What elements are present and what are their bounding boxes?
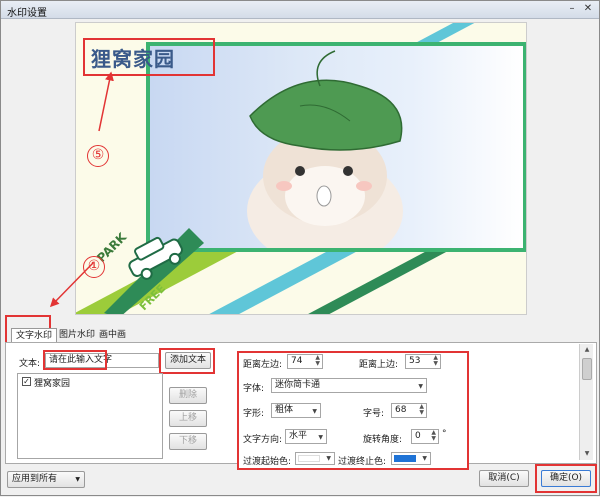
list-item-checkbox[interactable]: ✓ [22, 377, 31, 386]
tab-text-watermark[interactable]: 文字水印 [11, 328, 57, 342]
ok-button-highlight [535, 464, 597, 493]
dropdown-arrow-icon: ▼ [75, 476, 80, 483]
dropdown-arrow-icon: ▼ [318, 434, 323, 441]
top-distance-value: 53 [409, 356, 421, 366]
watermark-text[interactable]: 狸窝家园 [91, 43, 175, 72]
delete-button[interactable]: 删除 [169, 387, 207, 404]
hamster-photo [150, 46, 523, 248]
spinner-arrows-icon[interactable]: ▲ ▼ [419, 404, 424, 416]
hamster-illustration [247, 50, 403, 248]
style-value: 粗体 [275, 405, 294, 415]
top-distance-spinner[interactable]: 53 ▲ ▼ [405, 354, 441, 369]
spinner-arrows-icon[interactable]: ▲ ▼ [433, 355, 438, 367]
gradient-end-swatch [394, 455, 416, 462]
size-value: 68 [395, 405, 407, 415]
dropdown-arrow-icon: ▼ [312, 408, 317, 415]
size-label: 字号: [363, 409, 385, 419]
annotation-5-top: ⑤ [87, 145, 109, 167]
rotation-spinner[interactable]: 0 ▲ ▼ [411, 429, 439, 444]
apply-to-all-button[interactable]: 应用到所有 ▼ [7, 471, 85, 488]
style-label: 字形: [243, 409, 265, 419]
gradient-start-picker[interactable]: ▼ [295, 452, 335, 465]
scroll-up-icon[interactable]: ▲ [580, 344, 594, 356]
park-free-sign: PARK FREE [94, 228, 204, 314]
direction-label: 文字方向: [243, 435, 283, 445]
tab-picture-in-picture[interactable]: 画中画 [99, 328, 139, 342]
text-label: 文本: [19, 359, 41, 369]
text-list: ✓ 狸窝家园 [17, 373, 163, 459]
watermark-settings-window: 水印设置 – ✕ PARK FREE 狸窝家园 ⑤ ① 文字水印 图片水印 画中… [0, 0, 600, 496]
gradient-start-label: 过渡起始色: [243, 457, 292, 467]
rotation-label: 旋转角度: [363, 435, 403, 445]
list-item-label: 狸窝家园 [34, 379, 71, 389]
scroll-down-icon[interactable]: ▼ [580, 448, 594, 460]
font-value: 迷你简卡通 [275, 380, 321, 390]
add-button-highlight [159, 348, 215, 374]
properties-scrollbar[interactable]: ▲ ▼ [579, 344, 593, 460]
gradient-end-picker[interactable]: ▼ [391, 452, 431, 465]
rotation-value: 0 [415, 431, 421, 441]
tab-image-watermark[interactable]: 图片水印 [57, 328, 97, 342]
cancel-button[interactable]: 取消(C) [479, 470, 529, 487]
dropdown-arrow-icon: ▼ [422, 455, 427, 462]
minimize-button[interactable]: – [565, 3, 579, 16]
font-label: 字体: [243, 384, 265, 394]
title-bar: 水印设置 – ✕ [1, 1, 599, 19]
dropdown-arrow-icon: ▼ [418, 383, 423, 390]
rotation-unit: ° [442, 429, 447, 439]
style-select[interactable]: 粗体 ▼ [271, 403, 321, 418]
font-select[interactable]: 迷你简卡通 ▼ [271, 378, 427, 393]
gradient-start-swatch [298, 455, 320, 462]
scroll-thumb[interactable] [582, 358, 592, 380]
text-input-highlight [43, 350, 107, 370]
left-distance-spinner[interactable]: 74 ▲ ▼ [287, 354, 323, 369]
move-down-button[interactable]: 下移 [169, 433, 207, 450]
annotation-1: ① [83, 256, 105, 278]
gradient-end-label: 过渡终止色: [338, 457, 387, 467]
window-title: 水印设置 [7, 8, 47, 19]
left-distance-label: 距离左边: [243, 360, 283, 370]
spinner-arrows-icon[interactable]: ▲ ▼ [315, 355, 320, 367]
dropdown-arrow-icon: ▼ [326, 455, 331, 462]
move-up-button[interactable]: 上移 [169, 410, 207, 427]
left-distance-value: 74 [291, 356, 303, 366]
apply-to-all-label: 应用到所有 [12, 474, 58, 484]
close-button[interactable]: ✕ [581, 3, 595, 16]
spinner-arrows-icon[interactable]: ▲ ▼ [431, 430, 436, 442]
direction-select[interactable]: 水平 ▼ [285, 429, 327, 444]
top-distance-label: 距离上边: [359, 360, 399, 370]
direction-value: 水平 [289, 431, 308, 441]
size-spinner[interactable]: 68 ▲ ▼ [391, 403, 427, 418]
